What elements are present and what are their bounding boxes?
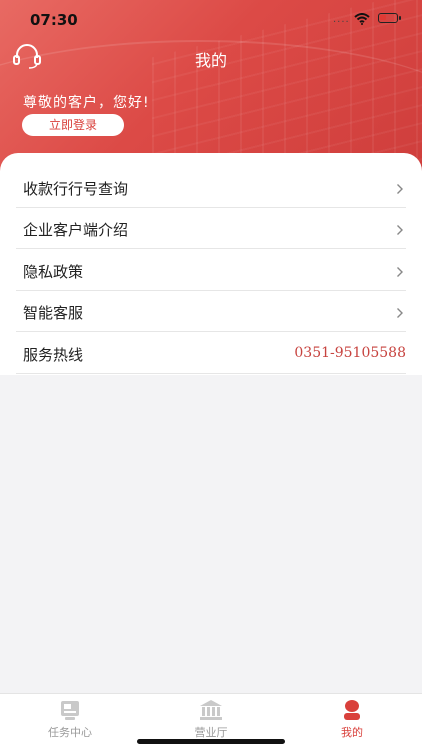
chevron-right-icon bbox=[396, 180, 404, 199]
tab-label: 我的 bbox=[341, 726, 363, 739]
status-time: 07:30 bbox=[30, 11, 78, 29]
menu-item-label: 智能客服 bbox=[23, 304, 84, 322]
chevron-right-icon bbox=[396, 221, 404, 240]
menu-item-label: 企业客户端介绍 bbox=[23, 221, 129, 239]
login-button[interactable]: 立即登录 bbox=[22, 114, 124, 136]
nav-bar: 我的 bbox=[0, 40, 422, 76]
signal-dots: ···· bbox=[333, 17, 350, 28]
menu-item-bank-code-query[interactable]: 收款行行号查询 bbox=[16, 167, 406, 208]
wifi-icon bbox=[354, 10, 370, 29]
menu-card: 收款行行号查询 企业客户端介绍 隐私政策 智能客服 服务热线 0351-9510… bbox=[0, 153, 422, 375]
tab-mine[interactable]: 我的 bbox=[282, 694, 422, 751]
home-indicator bbox=[137, 739, 285, 744]
menu-item-smart-service[interactable]: 智能客服 bbox=[16, 291, 406, 332]
bank-icon bbox=[198, 699, 224, 725]
chevron-right-icon bbox=[396, 263, 404, 282]
menu-item-enterprise-client[interactable]: 企业客户端介绍 bbox=[16, 208, 406, 249]
menu-item-hotline[interactable]: 服务热线 0351-95105588 bbox=[16, 333, 406, 374]
battery-icon bbox=[378, 13, 401, 23]
greeting-text: 尊敬的客户，您好! bbox=[23, 95, 150, 111]
hotline-number[interactable]: 0351-95105588 bbox=[294, 345, 406, 361]
page-title: 我的 bbox=[194, 51, 227, 70]
menu-item-privacy-policy[interactable]: 隐私政策 bbox=[16, 250, 406, 291]
profile-icon bbox=[341, 699, 363, 725]
menu-item-label: 收款行行号查询 bbox=[23, 180, 129, 198]
menu-item-label: 隐私政策 bbox=[23, 263, 84, 281]
status-bar: 07:30 ···· bbox=[0, 0, 422, 40]
chevron-right-icon bbox=[396, 304, 404, 323]
tab-label: 营业厅 bbox=[194, 726, 228, 739]
task-center-icon bbox=[58, 699, 82, 725]
tab-task-center[interactable]: 任务中心 bbox=[0, 694, 140, 751]
hotline-label: 服务热线 bbox=[23, 346, 84, 364]
tab-label: 任务中心 bbox=[48, 726, 92, 739]
